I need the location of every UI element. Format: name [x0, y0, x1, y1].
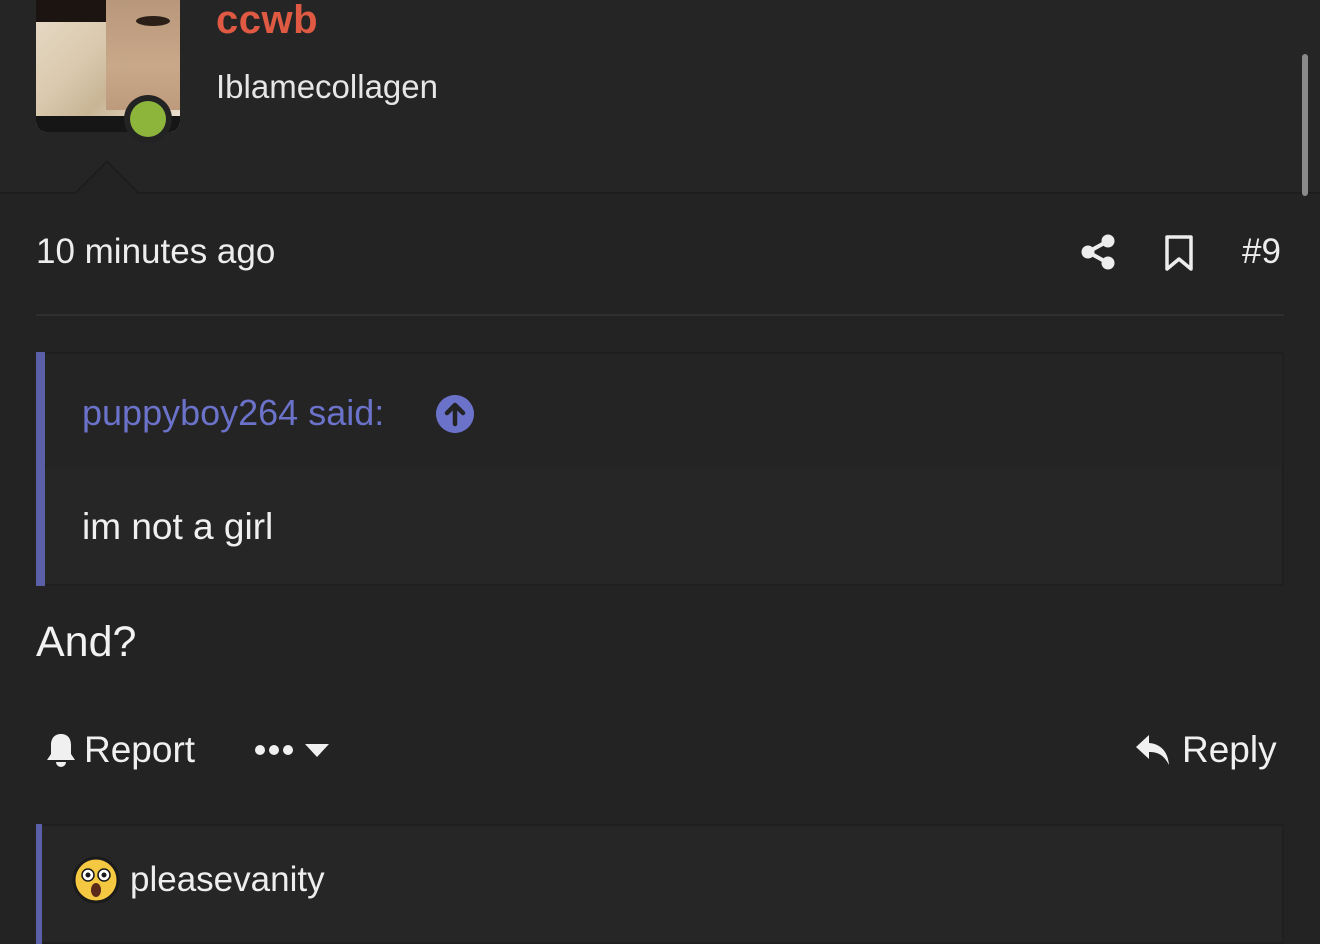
bookmark-icon[interactable] — [1164, 234, 1194, 272]
username[interactable]: ccwb — [216, 0, 318, 43]
user-header — [0, 0, 1320, 194]
post-timestamp[interactable]: 10 minutes ago — [36, 232, 275, 272]
bell-icon — [47, 734, 75, 767]
quote-accent-bar — [36, 352, 45, 586]
user-title: Iblamecollagen — [216, 68, 438, 105]
scrollbar[interactable] — [1302, 54, 1308, 196]
share-icon[interactable] — [1080, 234, 1116, 270]
next-quote-author[interactable]: pleasevanity — [130, 860, 325, 900]
post-body: And? — [36, 618, 137, 666]
arrow-up-icon[interactable] — [436, 395, 474, 433]
reply-label: Reply — [1182, 729, 1277, 770]
ellipsis-icon — [255, 745, 293, 755]
reply-button[interactable]: Reply — [1134, 728, 1277, 772]
chevron-down-icon — [305, 744, 329, 757]
reply-icon — [1136, 735, 1169, 765]
quote-author[interactable]: puppyboy264 said: — [82, 392, 384, 434]
report-label: Report — [84, 729, 196, 770]
report-button[interactable]: Report — [44, 728, 195, 772]
post-number[interactable]: #9 — [1242, 232, 1281, 272]
divider — [36, 314, 1284, 316]
quote-accent-bar — [36, 824, 42, 944]
shocked-face-emoji-icon[interactable] — [72, 856, 120, 904]
quote-text: im not a girl — [82, 506, 274, 547]
online-status-indicator — [124, 95, 172, 143]
more-options-button[interactable] — [254, 734, 330, 766]
